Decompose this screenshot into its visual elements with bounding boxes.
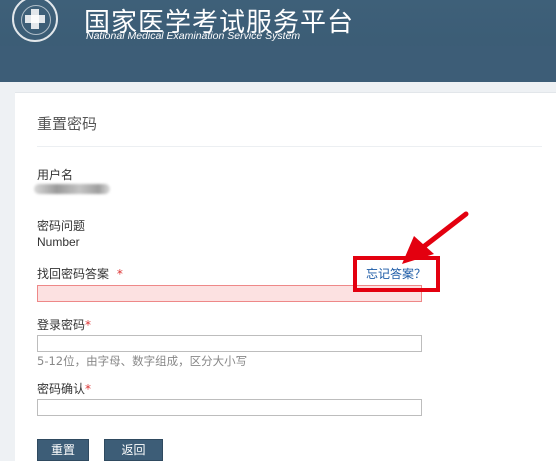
required-mark: * bbox=[116, 267, 123, 281]
password-label-text: 登录密码 bbox=[37, 318, 86, 332]
page-title: 重置密码 bbox=[37, 115, 98, 133]
header-sub-bar bbox=[0, 46, 556, 82]
username-value-obscured bbox=[34, 184, 110, 194]
answer-label: 找回密码答案 * bbox=[37, 265, 123, 282]
required-mark: * bbox=[85, 382, 92, 396]
logo-icon bbox=[12, 0, 58, 42]
required-mark: * bbox=[85, 318, 92, 332]
confirm-label: 密码确认* bbox=[37, 380, 91, 397]
password-label: 登录密码* bbox=[37, 316, 91, 333]
answer-label-text: 找回密码答案 bbox=[37, 267, 110, 281]
site-subtitle: National Medical Examination Service Sys… bbox=[86, 30, 301, 42]
divider bbox=[37, 146, 542, 147]
question-label: 密码问题 bbox=[37, 219, 86, 233]
back-button[interactable]: 返回 bbox=[104, 439, 163, 461]
reset-button[interactable]: 重置 bbox=[37, 439, 89, 461]
question-value: Number bbox=[37, 235, 80, 249]
annotation-arrow-icon bbox=[402, 211, 469, 264]
header-bar: 国家医学考试服务平台 National Medical Examination … bbox=[0, 0, 556, 82]
confirm-input[interactable] bbox=[37, 399, 422, 416]
password-hint: 5-12位，由字母、数字组成，区分大小写 bbox=[37, 354, 248, 368]
username-label: 用户名 bbox=[37, 168, 74, 182]
password-input[interactable] bbox=[37, 335, 422, 352]
confirm-label-text: 密码确认 bbox=[37, 382, 86, 396]
